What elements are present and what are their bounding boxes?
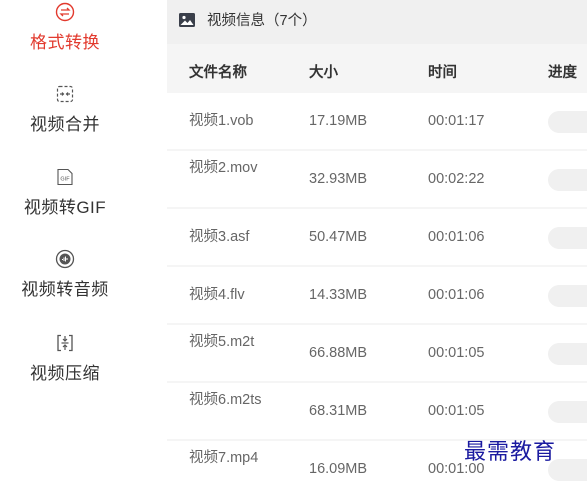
app-window: 格式转换 视频合并 GIF 视频转GIF 视频转音频 视频压缩 视频信息（7个）…: [0, 0, 587, 485]
file-name: 视频1.vob: [189, 113, 254, 129]
sidebar-item-gif[interactable]: GIF 视频转GIF: [0, 167, 130, 218]
sidebar-item-label: 视频合并: [30, 115, 100, 134]
compress-icon: [57, 334, 73, 352]
sidebar-item-format-convert[interactable]: 格式转换: [0, 2, 130, 53]
column-header-size: 大小: [309, 65, 338, 81]
progress-bar: [548, 169, 587, 191]
progress-bar: [548, 227, 587, 249]
sidebar-item-audio[interactable]: 视频转音频: [0, 249, 130, 300]
column-header-progress: 进度: [548, 65, 577, 81]
watermark-text: 最需教育: [464, 440, 557, 465]
sidebar-item-merge[interactable]: 视频合并: [0, 84, 130, 135]
file-time: 00:01:05: [428, 403, 485, 419]
progress-bar: [548, 285, 587, 307]
sidebar-item-label: 视频压缩: [30, 364, 100, 383]
column-header-name: 文件名称: [189, 65, 247, 81]
table-row[interactable]: 视频3.asf 50.47MB 00:01:06: [167, 209, 587, 265]
file-size: 32.93MB: [309, 171, 368, 187]
progress-bar: [548, 111, 587, 133]
svg-text:GIF: GIF: [60, 177, 70, 183]
file-name: 视频3.asf: [189, 229, 250, 245]
file-name: 视频4.flv: [189, 287, 245, 303]
file-time: 00:01:06: [428, 229, 485, 245]
file-size: 16.09MB: [309, 461, 368, 477]
file-name: 视频5.m2t: [189, 334, 255, 350]
file-name: 视频7.mp4: [189, 450, 259, 466]
merge-icon: [56, 85, 74, 103]
gif-icon: GIF: [57, 168, 73, 186]
file-time: 00:02:22: [428, 171, 485, 187]
table-header: 文件名称 大小 时间 进度: [167, 44, 587, 92]
column-header-time: 时间: [428, 65, 457, 81]
file-time: 00:01:05: [428, 345, 485, 361]
sidebar-item-label: 视频转GIF: [23, 198, 107, 217]
table-row[interactable]: 视频5.m2t 66.88MB 00:01:05: [167, 325, 587, 381]
file-time: 00:01:06: [428, 287, 485, 303]
file-name: 视频2.mov: [189, 160, 258, 176]
video-info-title: 视频信息（7个）: [207, 13, 317, 29]
sidebar-item-label: 格式转换: [30, 33, 100, 52]
table-row[interactable]: 视频6.m2ts 68.31MB 00:01:05: [167, 383, 587, 439]
image-icon: [179, 13, 195, 27]
sidebar-item-label: 视频转音频: [21, 280, 109, 299]
table-row[interactable]: 视频2.mov 32.93MB 00:02:22: [167, 151, 587, 207]
table-row[interactable]: 视频1.vob 17.19MB 00:01:17: [167, 93, 587, 149]
main-panel: 视频信息（7个） 文件名称 大小 时间 进度 视频1.vob 17.19MB 0…: [167, 0, 587, 485]
progress-bar: [548, 343, 587, 365]
video-info-bar: 视频信息（7个）: [167, 0, 587, 44]
format-convert-icon: [55, 2, 75, 22]
progress-bar: [548, 401, 587, 423]
sidebar: 格式转换 视频合并 GIF 视频转GIF 视频转音频 视频压缩: [0, 0, 130, 485]
sidebar-item-compress[interactable]: 视频压缩: [0, 333, 130, 384]
file-size: 68.31MB: [309, 403, 368, 419]
table-row[interactable]: 视频4.flv 14.33MB 00:01:06: [167, 267, 587, 323]
file-size: 14.33MB: [309, 287, 368, 303]
file-size: 66.88MB: [309, 345, 368, 361]
file-size: 50.47MB: [309, 229, 368, 245]
audio-icon: [55, 249, 75, 269]
file-name: 视频6.m2ts: [189, 392, 262, 408]
file-time: 00:01:17: [428, 113, 485, 129]
file-size: 17.19MB: [309, 113, 368, 129]
